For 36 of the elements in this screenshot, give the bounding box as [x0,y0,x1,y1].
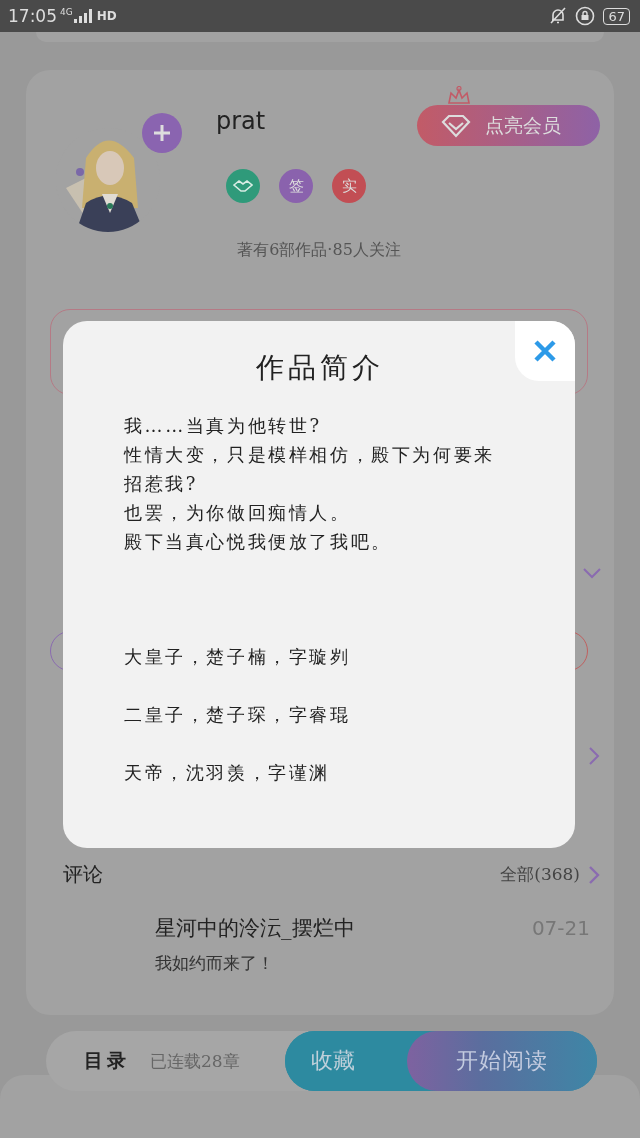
comment-username: 星河中的泠沄_摆烂中 [155,915,355,942]
intro-paragraph: 也罢，为你做回痴情人。 [124,501,352,525]
intro-paragraph: 性情大变，只是模样相仿，殿下为何要来招惹我? [124,443,496,496]
chevron-right-icon [588,746,600,766]
catalog-link[interactable]: 目录 [84,1048,130,1074]
all-comments-link[interactable]: 全部(368) [500,863,600,886]
diamond-icon [441,113,471,138]
author-stats: 著有6部作品·85人关注 [236,240,402,261]
battery-level: 67 [603,7,630,25]
character-line: 二皇子，楚子琛，字睿琨 [124,703,352,727]
intro-paragraph: 殿下当真心悦我便放了我吧。 [124,530,393,554]
start-reading-button[interactable]: 开始阅读 [407,1031,597,1091]
vip-button[interactable]: 点亮会员 [417,105,600,146]
badge-label: 签 [279,169,313,203]
intro-paragraph: 我……当真为他转世? [124,414,323,438]
hd-indicator: HD [96,9,117,23]
author-name: prat [216,107,267,135]
rotation-lock-icon [575,6,596,26]
character-line: 大皇子，楚子楠，字璇刿 [124,645,352,669]
chevron-down-icon [582,567,602,579]
follow-button[interactable] [142,113,182,153]
badge-label: 实 [332,169,366,203]
close-icon [533,339,557,363]
signal-icon [73,9,94,23]
network-type: 4G [60,7,73,17]
comments-title: 评论 [63,861,103,888]
comment-text: 我如约而来了！ [155,952,275,975]
chapter-count: 已连载28章 [150,1049,240,1073]
character-line: 天帝，沈羽羡，字谨渊 [124,761,331,785]
crown-icon [447,86,471,106]
dialog-title: 作品简介 [254,350,385,386]
chevron-right-icon [588,864,600,885]
muted-bell-icon [549,7,568,25]
close-button[interactable] [515,321,575,381]
clock: 17:05 [8,6,57,26]
plus-icon [153,124,171,142]
